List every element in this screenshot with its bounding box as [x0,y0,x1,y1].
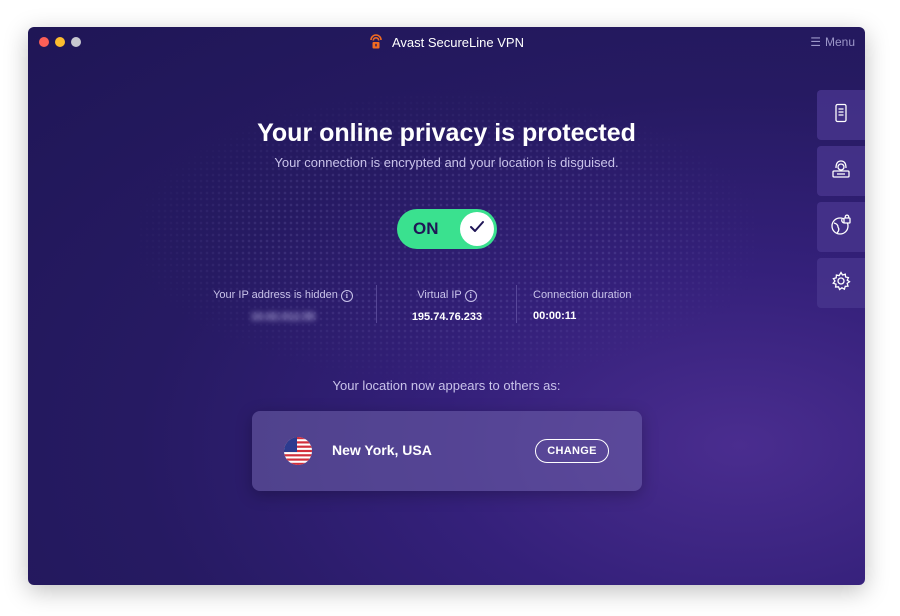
settings-button[interactable] [817,258,865,308]
location-name: New York, USA [332,442,432,458]
vpn-toggle[interactable]: ON [397,209,497,249]
duration-stat: Connection duration 00:00:11 [533,289,643,322]
location-caption: Your location now appears to others as: [332,378,561,393]
info-icon[interactable]: i [340,290,353,302]
location-card: New York, USA CHANGE [252,411,642,491]
avast-vpn-logo-icon [369,34,383,53]
ip-hidden-label-text: Your IP address is hidden [213,289,338,301]
status-headline: Your online privacy is protected [257,119,636,147]
smart-vpn-button[interactable] [817,202,865,252]
title-bar: Avast SecureLine VPN ☰ Menu [28,27,865,57]
globe-lock-icon [830,214,852,241]
info-icon[interactable]: i [464,290,477,302]
toggle-label: ON [413,219,439,238]
gear-icon [831,270,851,296]
checkmark-icon [469,220,485,239]
app-window: Avast SecureLine VPN ☰ Menu Your online … [28,27,865,585]
privacy-button[interactable] [817,146,865,196]
change-location-button[interactable]: CHANGE [535,439,609,463]
duration-value: 00:00:11 [533,310,577,322]
virtual-ip-value: 195.74.76.233 [411,311,483,323]
ip-hidden-label: Your IP address is hidden i [208,289,358,302]
hamburger-icon: ☰ [810,35,821,49]
duration-label: Connection duration [533,289,632,301]
virtual-ip-label-text: Virtual IP [417,289,462,301]
virtual-ip-label: Virtual IP i [392,289,502,302]
real-ip-value: 10.02.012.55 [250,311,316,323]
window-title-text: Avast SecureLine VPN [391,35,524,50]
stat-divider [516,285,517,323]
virtual-ip-stat: Virtual IP i 195.74.76.233 [392,289,502,323]
menu-button[interactable]: ☰ Menu [810,35,855,49]
status-subline: Your connection is encrypted and your lo… [274,155,619,170]
menu-label: Menu [824,35,855,49]
stat-divider [376,285,377,323]
ip-hidden-stat: Your IP address is hidden i 10.02.012.55 [208,289,358,323]
window-title: Avast SecureLine VPN [28,34,865,53]
usa-flag-icon [284,437,312,465]
toggle-knob [460,212,494,246]
